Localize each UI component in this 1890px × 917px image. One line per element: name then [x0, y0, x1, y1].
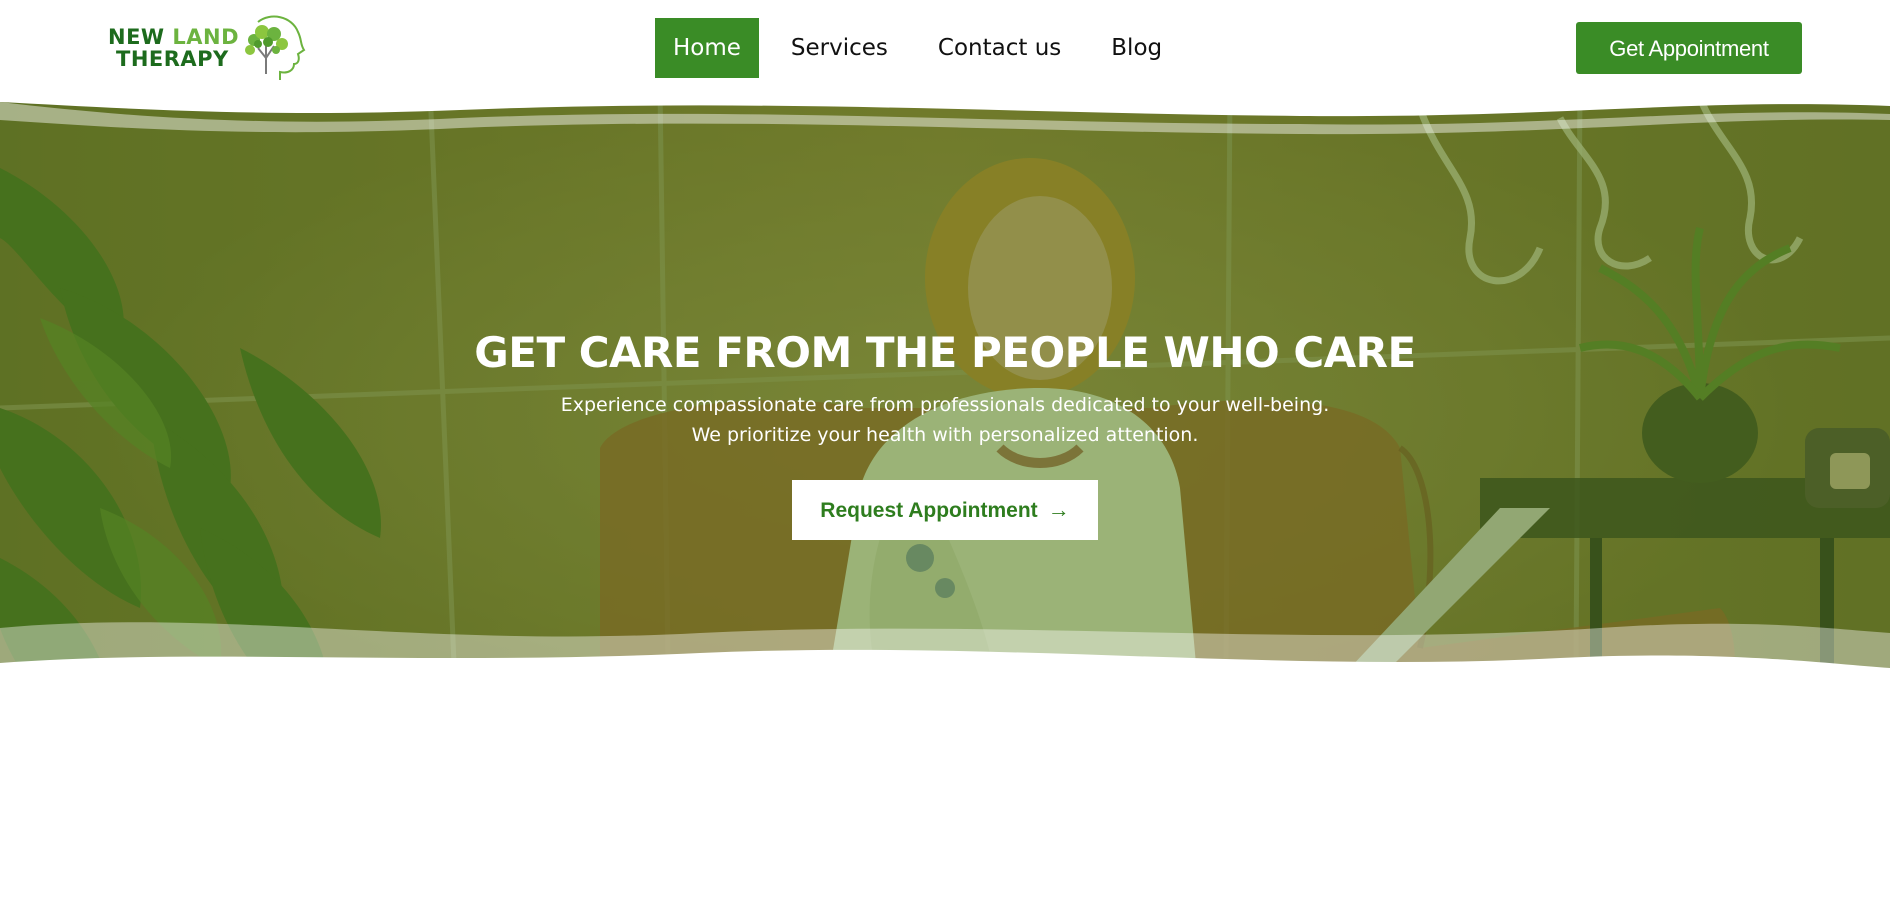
request-appointment-button[interactable]: Request Appointment → — [792, 480, 1098, 540]
nav-item-blog[interactable]: Blog — [1093, 18, 1180, 78]
request-appointment-label: Request Appointment — [820, 499, 1038, 522]
hero-content: GET CARE FROM THE PEOPLE WHO CARE Experi… — [0, 326, 1890, 540]
hero-title: GET CARE FROM THE PEOPLE WHO CARE — [474, 328, 1416, 377]
logo-word-new: NEW — [108, 25, 165, 49]
arrow-right-icon: → — [1047, 497, 1070, 522]
get-appointment-button[interactable]: Get Appointment — [1576, 22, 1802, 74]
nav-item-home[interactable]: Home — [655, 18, 759, 78]
nav-item-services[interactable]: Services — [773, 18, 906, 78]
logo-text-line1: NEW LAND — [108, 26, 239, 48]
nav-item-contact[interactable]: Contact us — [920, 18, 1079, 78]
logo[interactable]: NEW LAND THERAPY — [108, 14, 308, 80]
logo-word-therapy: THERAPY — [116, 47, 229, 71]
site-header: NEW LAND THERAPY Home Services Contact u… — [0, 0, 1890, 96]
hero-subtitle: Experience compassionate care from profe… — [560, 394, 1330, 446]
main-nav: Home Services Contact us Blog — [655, 18, 1194, 78]
tree-head-icon — [245, 15, 306, 80]
hero-section: GET CARE FROM THE PEOPLE WHO CARE Experi… — [0, 88, 1890, 808]
